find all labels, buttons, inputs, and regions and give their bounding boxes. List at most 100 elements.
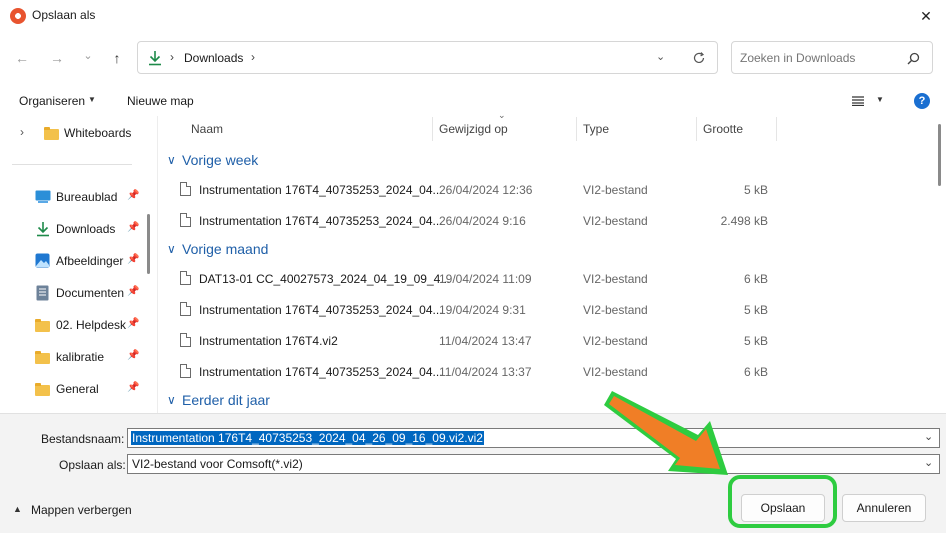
view-options-icon[interactable]: [852, 96, 864, 106]
sidebar-item-label: Documenten: [56, 286, 125, 300]
filename-label: Bestandsnaam:: [41, 432, 125, 446]
address-dropdown-icon[interactable]: ⌄: [656, 50, 665, 63]
search-icon[interactable]: [907, 52, 920, 65]
expand-chevron-icon[interactable]: ›: [20, 125, 24, 139]
file-date: 11/04/2024 13:47: [439, 334, 532, 348]
file-type: VI2-bestand: [583, 334, 648, 348]
filetype-label: Opslaan als:: [59, 458, 126, 472]
filetype-value[interactable]: VI2-bestand voor Comsoft(*.vi2): [132, 457, 303, 471]
file-name: Instrumentation 176T4.vi2: [199, 334, 338, 348]
pin-icon: 📌: [127, 254, 140, 265]
shared-folder-icon: [35, 383, 50, 396]
search-input[interactable]: [738, 48, 898, 68]
filetype-dropdown-icon[interactable]: ⌄: [924, 456, 933, 469]
forward-button[interactable]: →: [45, 46, 69, 70]
sidebar-item-label: General: [56, 382, 99, 396]
sidebar-item-helpdesk[interactable]: 02. Helpdesk 📌: [0, 312, 148, 338]
file-date: 26/04/2024 12:36: [439, 183, 533, 197]
file-name: Instrumentation 176T4_40735253_2024_04..…: [199, 183, 443, 197]
pin-icon: 📌: [127, 222, 140, 233]
collapse-up-icon[interactable]: ▲: [13, 504, 22, 514]
folder-icon: [35, 319, 50, 332]
refresh-icon[interactable]: [692, 51, 706, 65]
file-icon: [180, 302, 191, 316]
sort-indicator-icon: ⌄: [498, 110, 506, 120]
sidebar-item-label: Bureaublad: [56, 190, 118, 204]
file-date: 19/04/2024 11:09: [439, 272, 532, 286]
documents-icon: [36, 285, 49, 301]
back-button[interactable]: ←: [10, 46, 34, 70]
file-row[interactable]: Instrumentation 176T4_40735253_2024_04..…: [168, 177, 778, 203]
column-header-size[interactable]: Grootte: [703, 122, 743, 136]
breadcrumb-separator: ›: [170, 50, 174, 64]
file-type: VI2-bestand: [583, 365, 648, 379]
column-separator[interactable]: [432, 117, 433, 141]
collapse-chevron-icon[interactable]: ∨: [167, 242, 176, 256]
column-header-type[interactable]: Type: [583, 122, 609, 136]
up-button[interactable]: ↑: [105, 46, 129, 70]
file-icon: [180, 182, 191, 196]
help-icon[interactable]: ?: [914, 93, 930, 109]
column-header-name[interactable]: Naam: [191, 122, 223, 136]
pin-icon: 📌: [127, 350, 140, 361]
collapse-chevron-icon[interactable]: ∨: [167, 153, 176, 167]
filename-value[interactable]: Instrumentation 176T4_40735253_2024_04_2…: [131, 431, 484, 445]
file-row[interactable]: Instrumentation 176T4_40735253_2024_04..…: [168, 208, 778, 234]
sidebar-item-kalibratie[interactable]: kalibratie 📌: [0, 344, 148, 370]
sidebar-item-bureaublad[interactable]: Bureaublad 📌: [0, 184, 148, 210]
folder-icon: [35, 351, 50, 364]
file-row[interactable]: DAT13-01 CC_40027573_2024_04_19_09_4... …: [168, 266, 778, 292]
pin-icon: 📌: [127, 190, 140, 201]
sidebar-item-whiteboards[interactable]: › Whiteboards: [0, 120, 148, 146]
filetype-select[interactable]: VI2-bestand voor Comsoft(*.vi2) ⌄: [127, 454, 940, 474]
file-type: VI2-bestand: [583, 183, 648, 197]
file-date: 26/04/2024 9:16: [439, 214, 526, 228]
file-size: 5 kB: [743, 334, 768, 348]
sidebar-item-label: Whiteboards: [64, 126, 132, 140]
filename-field[interactable]: Instrumentation 176T4_40735253_2024_04_2…: [127, 428, 940, 448]
address-bar[interactable]: › Downloads › ⌄: [137, 41, 718, 74]
sidebar-item-label: 02. Helpdesk: [56, 318, 127, 332]
file-date: 11/04/2024 13:37: [439, 365, 532, 379]
search-box[interactable]: [731, 41, 933, 74]
view-dropdown-icon[interactable]: ▼: [876, 95, 884, 104]
pictures-icon: [35, 253, 50, 268]
file-icon: [180, 271, 191, 285]
organize-dropdown-icon[interactable]: ▼: [88, 95, 96, 104]
file-icon: [180, 213, 191, 227]
file-type: VI2-bestand: [583, 214, 648, 228]
sidebar-item-general[interactable]: General 📌: [0, 376, 148, 402]
recent-locations-button[interactable]: ⌄: [76, 44, 100, 68]
column-header-modified[interactable]: Gewijzigd op: [439, 122, 508, 136]
file-type: VI2-bestand: [583, 303, 648, 317]
close-button[interactable]: ✕: [912, 4, 940, 28]
breadcrumb-downloads[interactable]: Downloads: [184, 51, 243, 65]
pin-icon: 📌: [127, 382, 140, 393]
window-title: Opslaan als: [32, 8, 96, 22]
file-row[interactable]: Instrumentation 176T4_40735253_2024_04..…: [168, 359, 778, 385]
file-row[interactable]: Instrumentation 176T4.vi2 11/04/2024 13:…: [168, 328, 778, 354]
file-list-scrollbar[interactable]: [938, 124, 941, 186]
column-separator[interactable]: [576, 117, 577, 141]
filename-dropdown-icon[interactable]: ⌄: [924, 430, 933, 443]
file-row[interactable]: Instrumentation 176T4_40735253_2024_04..…: [168, 297, 778, 323]
sidebar-scrollbar[interactable]: [147, 214, 150, 274]
new-folder-button[interactable]: Nieuwe map: [127, 94, 194, 108]
organize-button[interactable]: Organiseren: [19, 94, 85, 108]
desktop-icon: [35, 190, 51, 203]
sidebar-item-afbeeldingen[interactable]: Afbeeldinger 📌: [0, 248, 148, 274]
cancel-button[interactable]: Annuleren: [842, 494, 926, 522]
annotation-arrow-icon: [604, 391, 728, 475]
sidebar-item-downloads[interactable]: Downloads 📌: [0, 216, 148, 242]
file-type: VI2-bestand: [583, 272, 648, 286]
hide-folders-button[interactable]: Mappen verbergen: [31, 503, 132, 517]
file-size: 6 kB: [743, 272, 768, 286]
file-icon: [180, 333, 191, 347]
downloads-icon: [37, 222, 49, 237]
command-bar: Organiseren ▼ Nieuwe map ▼ ?: [0, 86, 946, 116]
column-separator[interactable]: [776, 117, 777, 141]
collapse-chevron-icon[interactable]: ∨: [167, 393, 176, 407]
sidebar-item-documenten[interactable]: Documenten 📌: [0, 280, 148, 306]
column-separator[interactable]: [696, 117, 697, 141]
folder-icon: [44, 127, 59, 140]
